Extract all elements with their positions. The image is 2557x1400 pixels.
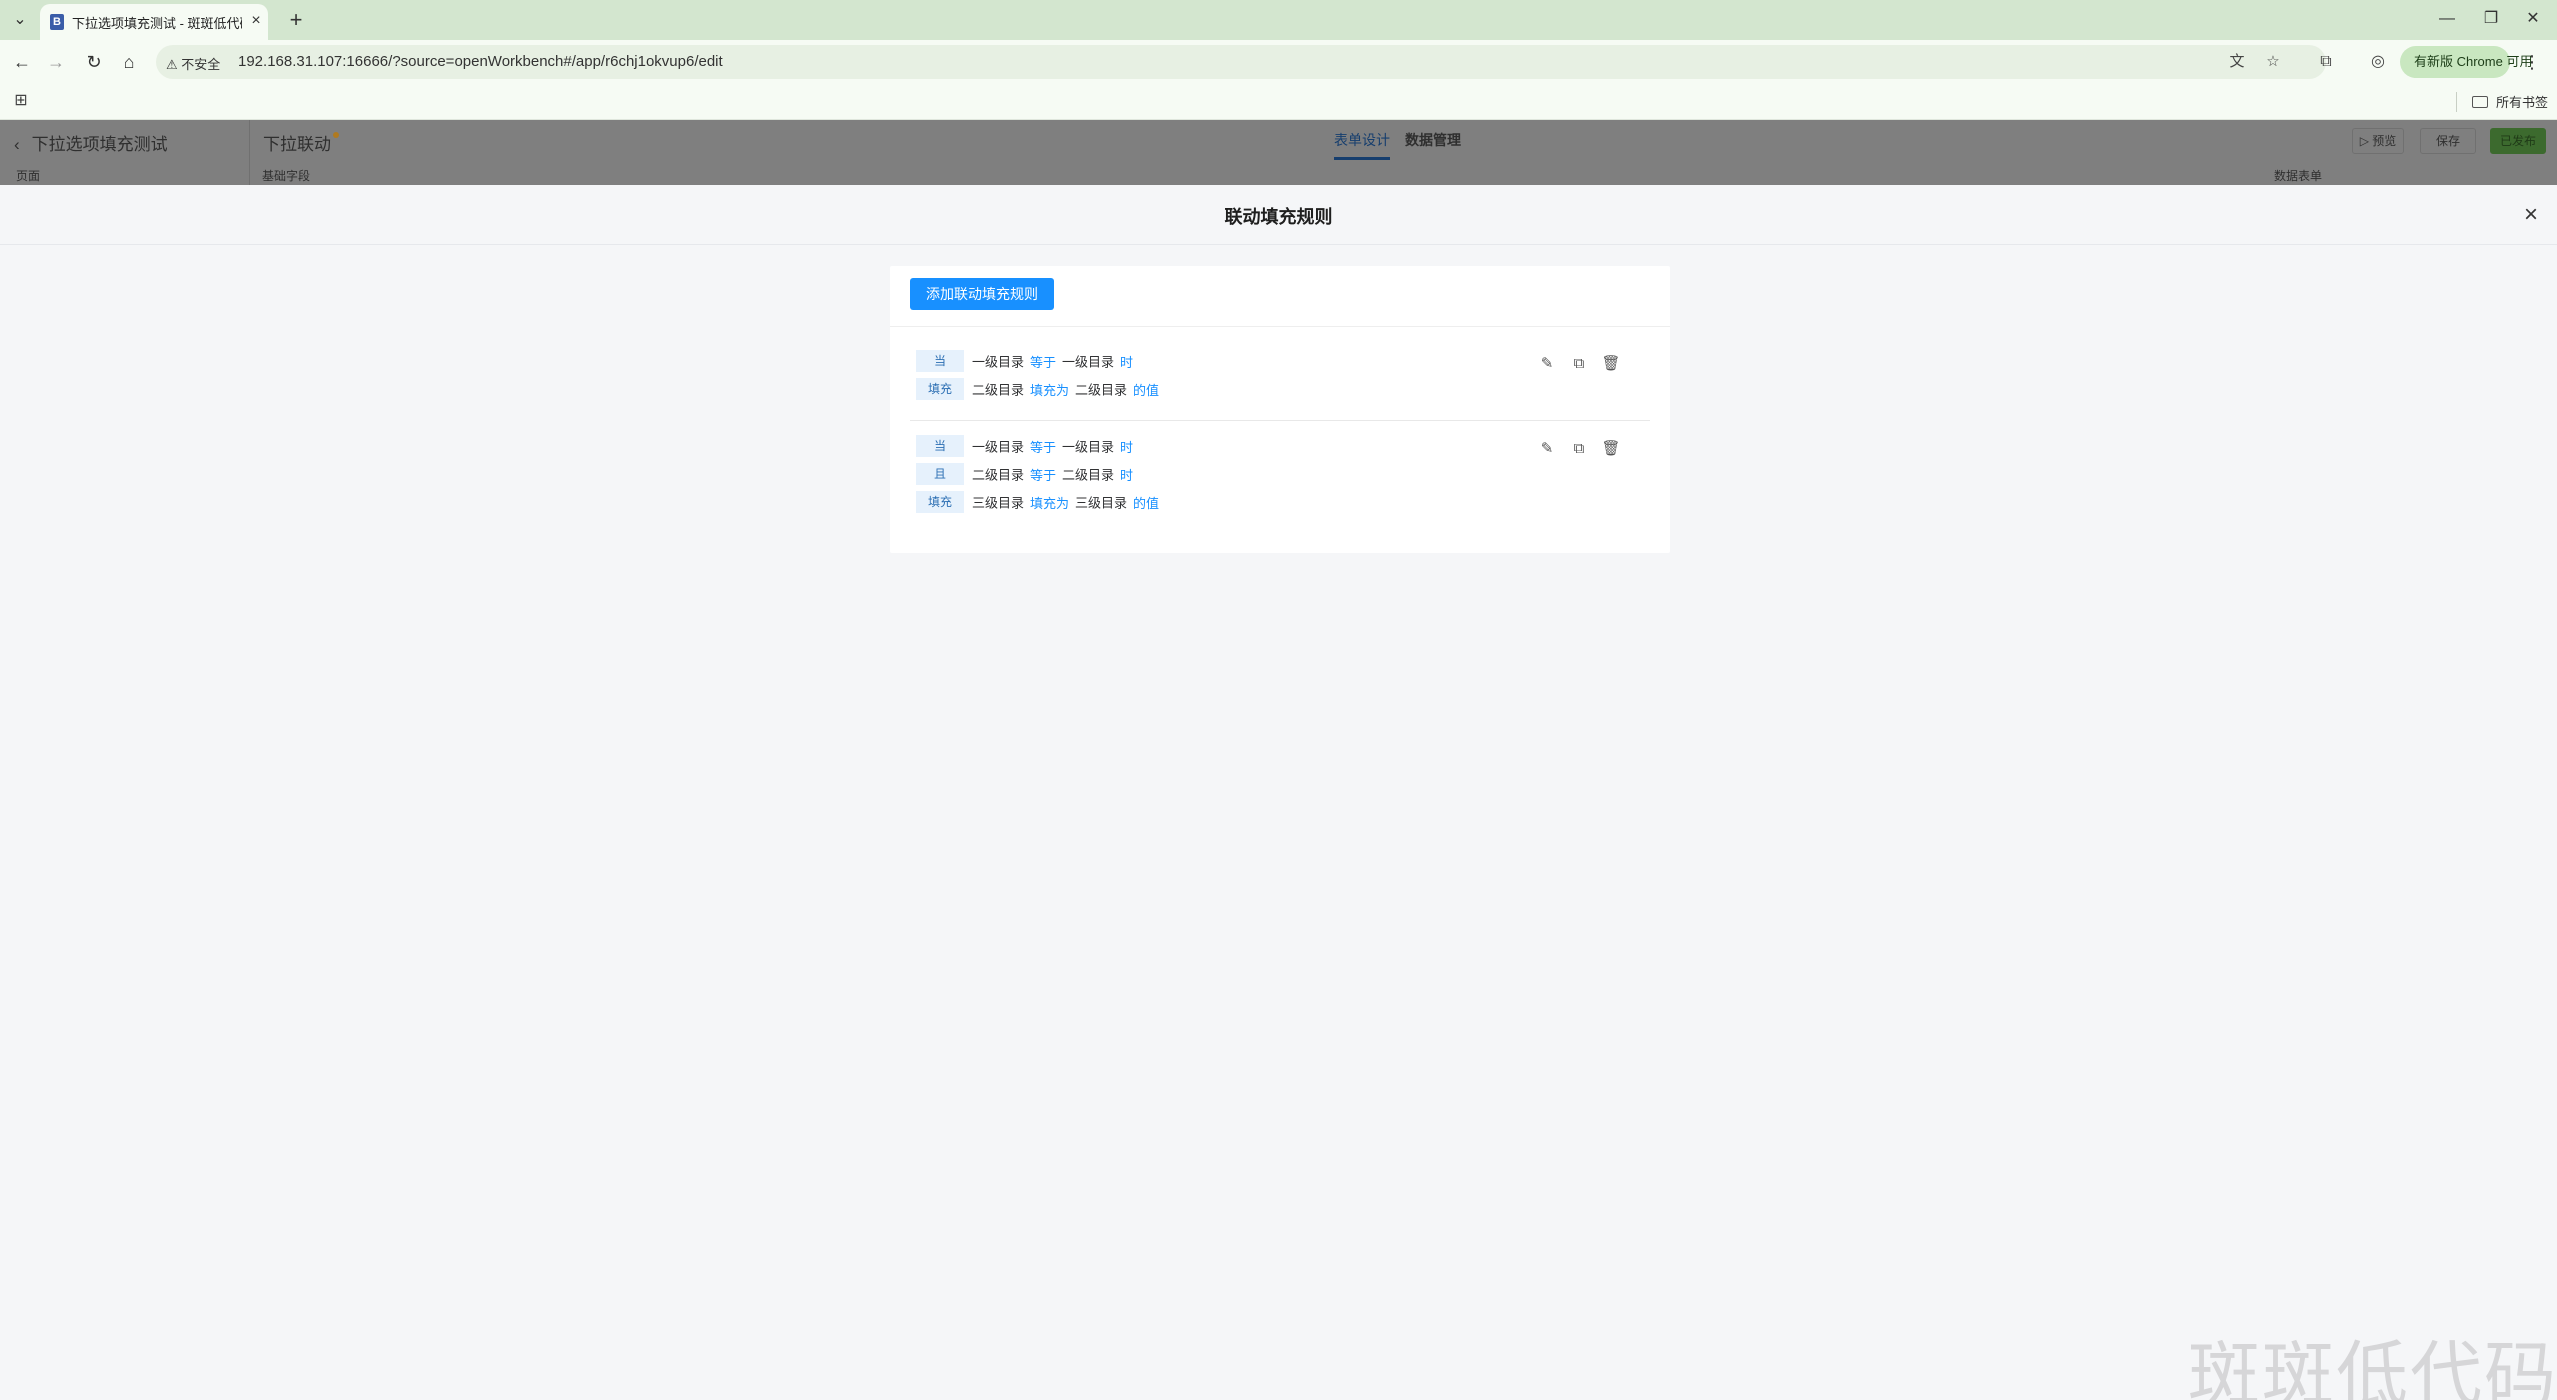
apps-grid-icon[interactable]: ⊞ — [10, 90, 32, 112]
translate-icon[interactable]: 文 — [2226, 51, 2248, 73]
pages-panel-label: 页面 — [16, 169, 41, 183]
source-field: 一级目录 — [972, 439, 1025, 455]
all-bookmarks-label: 所有书签 — [2496, 95, 2549, 110]
target-field: 三级目录 — [1075, 495, 1128, 511]
rule-condition: 当一级目录 等于 一级目录时 — [916, 435, 1139, 457]
rule-condition: 且二级目录 等于 二级目录时 — [916, 463, 1139, 485]
rule-tag: 当 — [916, 435, 964, 457]
form-name-text: 下拉联动 — [263, 135, 331, 154]
address-bar[interactable]: ⚠ 不安全 192.168.31.107:16666/?source=openW… — [156, 45, 2326, 79]
folder-icon — [2472, 96, 2488, 108]
source-field: 二级目录 — [972, 382, 1025, 398]
active-tab-indicator — [1334, 157, 1390, 160]
browser-tab[interactable]: B 下拉选项填充测试 - 斑斑低代码 × — [40, 4, 268, 40]
suffix: 时 — [1120, 354, 1134, 370]
edit-icon[interactable]: ✎ — [1537, 439, 1557, 459]
rule-fill: 填充 三级目录 填充为 三级目录 的值 — [916, 491, 1165, 513]
rule-actions: ✎ ⧉ 🗑 — [1537, 354, 1633, 374]
operator: 等于 — [1030, 354, 1057, 370]
rule-fill: 填充 二级目录 填充为 二级目录 的值 — [916, 378, 1165, 400]
rules-panel: 添加联动填充规则 当一级目录 等于 一级目录时 填充 二级目录 填充为 二级目录 的值 ✎ ⧉… — [890, 266, 1670, 553]
suffix: 时 — [1120, 439, 1134, 455]
drawer-header: 联动填充规则 × — [0, 185, 2557, 245]
close-window-button[interactable]: ✕ — [2518, 6, 2548, 32]
source-field: 二级目录 — [972, 467, 1025, 483]
home-icon[interactable]: ⌂ — [115, 48, 143, 76]
operator: 填充为 — [1030, 382, 1070, 398]
suffix: 的值 — [1133, 382, 1160, 398]
form-name: 下拉联动 — [263, 130, 339, 155]
suffix: 的值 — [1133, 495, 1160, 511]
edit-icon[interactable]: ✎ — [1537, 354, 1557, 374]
delete-icon[interactable]: 🗑 — [1601, 354, 1621, 374]
target-field: 一级目录 — [1062, 439, 1115, 455]
bookmark-star-icon[interactable]: ☆ — [2262, 51, 2284, 73]
rule-actions: ✎ ⧉ 🗑 — [1537, 439, 1633, 459]
rule-separator — [910, 420, 1650, 421]
reload-icon[interactable]: ↻ — [80, 48, 108, 76]
watermark: 斑斑低代码 — [2188, 1333, 2557, 1400]
linkage-fill-drawer: 联动填充规则 × 添加联动填充规则 当一级目录 等于 一级目录时 填充 二级目录 填充为… — [0, 185, 2557, 1400]
rule-tag: 当 — [916, 350, 964, 372]
tab-form-design[interactable]: 表单设计 — [1334, 130, 1390, 150]
back-to-app-button[interactable]: ‹ 下拉选项填充测试 — [14, 130, 168, 155]
bookmarks-divider — [2456, 92, 2457, 112]
drawer-title: 联动填充规则 — [1224, 207, 1333, 227]
rule-condition: 当一级目录 等于 一级目录时 — [916, 350, 1139, 372]
header-divider — [249, 120, 250, 185]
restore-button[interactable]: ❐ — [2476, 6, 2506, 32]
panel-divider — [890, 326, 1670, 327]
browser-tab-strip: ⌄ B 下拉选项填充测试 - 斑斑低代码 × + — ❐ ✕ — [0, 0, 2557, 40]
target-field: 一级目录 — [1062, 354, 1115, 370]
tab-data-management[interactable]: 数据管理 — [1405, 130, 1461, 150]
publish-button[interactable]: 已发布 — [2490, 128, 2546, 154]
unsaved-dot — [333, 132, 339, 138]
tab-close-icon[interactable]: × — [246, 11, 266, 31]
copy-icon[interactable]: ⧉ — [1569, 439, 1589, 459]
source-field: 三级目录 — [972, 495, 1025, 511]
close-icon[interactable]: × — [2516, 200, 2546, 230]
minimize-button[interactable]: — — [2432, 6, 2462, 32]
extensions-icon[interactable]: ⧉ — [2314, 50, 2338, 74]
browser-toolbar: ← → ↻ ⌂ ⚠ 不安全 192.168.31.107:16666/?sour… — [0, 40, 2557, 84]
save-button[interactable]: 保存 — [2420, 128, 2476, 154]
delete-icon[interactable]: 🗑 — [1601, 439, 1621, 459]
url-text[interactable]: 192.168.31.107:16666/?source=openWorkben… — [238, 53, 723, 70]
app-name: 下拉选项填充测试 — [31, 135, 168, 154]
new-tab-button[interactable]: + — [282, 6, 310, 34]
source-field: 一级目录 — [972, 354, 1025, 370]
operator: 等于 — [1030, 439, 1057, 455]
tab-title: 下拉选项填充测试 - 斑斑低代码 — [72, 16, 242, 31]
rule-tag: 填充 — [916, 491, 964, 513]
target-field: 二级目录 — [1075, 382, 1128, 398]
fields-panel-label: 基础字段 — [262, 169, 311, 183]
rule-tag: 填充 — [916, 378, 964, 400]
add-rule-button[interactable]: 添加联动填充规则 — [910, 278, 1054, 310]
operator: 填充为 — [1030, 495, 1070, 511]
data-form-panel-label: 数据表单 — [2274, 169, 2323, 183]
bookmarks-bar: ⊞ 所有书签 — [0, 84, 2557, 120]
rule-item: 当一级目录 等于 一级目录时 填充 二级目录 填充为 二级目录 的值 ✎ ⧉ 🗑 — [910, 350, 1650, 414]
target-field: 二级目录 — [1062, 467, 1115, 483]
chevron-left-icon: ‹ — [14, 135, 20, 154]
forward-icon[interactable]: → — [42, 48, 70, 76]
security-indicator[interactable]: ⚠ 不安全 — [166, 54, 220, 73]
profile-icon[interactable]: ◎ — [2366, 50, 2390, 74]
all-bookmarks-button[interactable]: 所有书签 — [2472, 92, 2548, 111]
copy-icon[interactable]: ⧉ — [1569, 354, 1589, 374]
rule-tag: 且 — [916, 463, 964, 485]
tab-search-icon[interactable]: ⌄ — [6, 6, 34, 34]
suffix: 时 — [1120, 467, 1134, 483]
preview-button[interactable]: ▷ 预览 — [2352, 128, 2404, 154]
operator: 等于 — [1030, 467, 1057, 483]
rule-item: 当一级目录 等于 一级目录时 且二级目录 等于 二级目录时 填充 三级目录 填充为 三级目录的… — [910, 435, 1650, 527]
back-icon[interactable]: ← — [8, 48, 36, 76]
chrome-update-button[interactable]: 有新版 Chrome 可用 — [2400, 46, 2532, 78]
chrome-menu-icon[interactable]: ⋮ — [2520, 48, 2544, 76]
app-header: ‹ 下拉选项填充测试 下拉联动 表单设计 数据管理 ▷ 预览 保存 已发布 页面 … — [0, 120, 2557, 185]
favicon-icon: B — [50, 14, 64, 30]
